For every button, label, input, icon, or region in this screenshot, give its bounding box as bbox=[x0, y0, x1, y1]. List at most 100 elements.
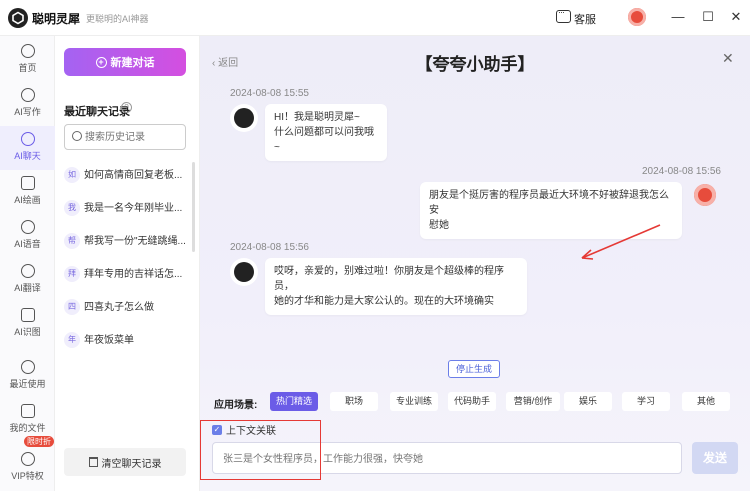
history-item-initial: 四 bbox=[64, 299, 80, 316]
bot-logo-icon bbox=[234, 108, 254, 128]
bot-avatar bbox=[230, 258, 258, 286]
scene-tab-workplace[interactable]: 职场 bbox=[330, 392, 378, 411]
message-timestamp: 2024-08-08 15:55 bbox=[230, 88, 309, 99]
close-chat-icon[interactable]: ✕ bbox=[722, 50, 734, 67]
history-item-text: 四喜丸子怎么做 bbox=[84, 302, 154, 313]
pen-icon bbox=[20, 88, 35, 102]
rail-item-label: VIP特权 bbox=[11, 471, 44, 481]
stop-generating-button[interactable]: 停止生成 bbox=[448, 360, 500, 378]
rail-item-home[interactable]: 首页 bbox=[0, 38, 55, 82]
support-button[interactable]: 客服 bbox=[574, 11, 596, 27]
maximize-icon[interactable]: ☐ bbox=[700, 9, 716, 25]
translate-icon bbox=[20, 264, 35, 278]
rail-item-ai-image-recognition[interactable]: AI识图 bbox=[0, 302, 55, 346]
rail-item-label: AI语音 bbox=[14, 239, 41, 249]
scene-label: 应用场景: bbox=[214, 400, 258, 411]
rail-item-label: AI写作 bbox=[14, 107, 41, 117]
annotation-highlight-box bbox=[200, 420, 321, 480]
scene-tab-code[interactable]: 代码助手 bbox=[448, 392, 496, 411]
chat-panel: ‹ 返回 【夸夸小助手】 ✕ 2024-08-08 15:55 HI！我是聪明灵… bbox=[200, 36, 750, 491]
message-line: 哎呀，亲爱的，别难过啦！你朋友是个超级棒的程序员， bbox=[274, 266, 504, 292]
bot-message-bubble: 哎呀，亲爱的，别难过啦！你朋友是个超级棒的程序员， 她的才华和能力是大家公认的。… bbox=[265, 258, 527, 315]
rail-item-ai-chat[interactable]: AI聊天 bbox=[0, 126, 55, 170]
scan-icon bbox=[20, 308, 35, 322]
message-timestamp: 2024-08-08 15:56 bbox=[230, 242, 309, 253]
app-slogan: 更聪明的AI神器 bbox=[86, 14, 149, 24]
history-item-text: 如何高情商回复老板... bbox=[84, 170, 183, 181]
history-item-text: 我是一名今年刚毕业... bbox=[84, 203, 183, 214]
rail-item-label: AI识图 bbox=[14, 327, 41, 337]
scene-tab-hot[interactable]: 热门精选 bbox=[270, 392, 318, 411]
history-item-initial: 我 bbox=[64, 200, 80, 217]
new-chat-label: 新建对话 bbox=[110, 57, 155, 69]
app-logo-icon bbox=[8, 8, 28, 28]
brush-icon bbox=[20, 176, 35, 190]
rail-item-label: 首页 bbox=[18, 63, 37, 73]
history-item[interactable]: 帮帮我写一份"无缝跳绳... bbox=[64, 232, 189, 252]
rail-item-label: AI聊天 bbox=[14, 151, 41, 161]
history-search[interactable] bbox=[64, 124, 186, 150]
scene-tab-entertainment[interactable]: 娱乐 bbox=[564, 392, 612, 411]
diamond-icon bbox=[20, 452, 35, 466]
rail-item-ai-translate[interactable]: AI翻译 bbox=[0, 258, 55, 302]
clock-icon bbox=[20, 360, 35, 374]
history-item[interactable]: 年年夜饭菜单 bbox=[64, 331, 189, 351]
rail-item-label: 最近使用 bbox=[9, 379, 46, 389]
rail-item-ai-voice[interactable]: AI语音 bbox=[0, 214, 55, 258]
scene-tab-other[interactable]: 其他 bbox=[682, 392, 730, 411]
history-item-text: 拜年专用的吉祥话怎... bbox=[84, 269, 183, 280]
bot-message-bubble: HI！我是聪明灵犀~ 什么问题都可以问我哦~ bbox=[265, 104, 387, 161]
scene-tab-marketing[interactable]: 营销/创作 bbox=[506, 392, 560, 411]
nav-rail: 首页 AI写作 AI聊天 AI绘画 AI语音 AI翻译 AI识图 最近使用 我的… bbox=[0, 36, 55, 491]
user-avatar[interactable] bbox=[628, 8, 646, 26]
history-scrollbar[interactable] bbox=[192, 162, 195, 252]
history-item[interactable]: 我我是一名今年刚毕业... bbox=[64, 199, 189, 219]
scene-tab-study[interactable]: 学习 bbox=[622, 392, 670, 411]
rail-item-ai-writing[interactable]: AI写作 bbox=[0, 82, 55, 126]
app-name: 聪明灵犀 bbox=[32, 12, 81, 26]
history-item-initial: 如 bbox=[64, 167, 80, 184]
rail-item-vip[interactable]: VIP特权 bbox=[0, 446, 55, 490]
message-line: 她的才华和能力是大家公认的。现在的大环境确实 bbox=[274, 296, 494, 307]
send-button[interactable]: 发送 bbox=[692, 442, 738, 474]
support-chat-icon[interactable] bbox=[556, 7, 571, 23]
rail-item-recent[interactable]: 最近使用 bbox=[0, 354, 55, 398]
history-item-text: 帮我写一份"无缝跳绳... bbox=[84, 236, 186, 247]
mic-icon bbox=[20, 220, 35, 234]
history-item-initial: 拜 bbox=[64, 266, 80, 283]
rail-item-label: 我的文件 bbox=[9, 423, 46, 433]
hexagon-icon bbox=[20, 44, 35, 58]
history-item-text: 年夜饭菜单 bbox=[84, 335, 134, 346]
minimize-icon[interactable]: — bbox=[670, 9, 686, 25]
trash-icon bbox=[88, 457, 98, 467]
vip-discount-badge: 限时折 bbox=[24, 436, 54, 447]
history-item[interactable]: 拜拜年专用的吉祥话怎... bbox=[64, 265, 189, 285]
annotation-arrow bbox=[581, 224, 661, 260]
history-item[interactable]: 如如何高情商回复老板... bbox=[64, 166, 189, 186]
scene-tab-professional[interactable]: 专业训练 bbox=[390, 392, 438, 411]
message-line: 什么问题都可以问我哦~ bbox=[274, 127, 374, 153]
file-icon bbox=[20, 404, 35, 418]
close-window-icon[interactable]: ✕ bbox=[728, 9, 744, 25]
clear-history-label: 清空聊天记录 bbox=[101, 458, 162, 470]
bot-logo-icon bbox=[234, 262, 254, 282]
plus-icon: + bbox=[95, 56, 107, 68]
message-timestamp: 2024-08-08 15:56 bbox=[642, 166, 721, 177]
rail-item-label: AI绘画 bbox=[14, 195, 41, 205]
help-icon[interactable]: ? bbox=[121, 102, 132, 113]
history-search-input[interactable] bbox=[85, 129, 183, 145]
clear-history-button[interactable]: 清空聊天记录 bbox=[64, 448, 186, 476]
chat-icon bbox=[20, 132, 35, 146]
bot-avatar bbox=[230, 104, 258, 132]
new-chat-button[interactable]: + 新建对话 bbox=[64, 48, 186, 76]
message-line: HI！我是聪明灵犀~ bbox=[274, 112, 360, 123]
history-item-initial: 帮 bbox=[64, 233, 80, 250]
rail-item-label: AI翻译 bbox=[14, 283, 41, 293]
history-item-initial: 年 bbox=[64, 332, 80, 349]
history-item[interactable]: 四四喜丸子怎么做 bbox=[64, 298, 189, 318]
history-panel: + 新建对话 最近聊天记录 ? 如如何高情商回复老板... 我我是一名今年刚毕业… bbox=[55, 36, 200, 491]
rail-item-ai-drawing[interactable]: AI绘画 bbox=[0, 170, 55, 214]
message-line: 朋友是个挺厉害的程序员最近大环境不好被辞退我怎么安 bbox=[429, 190, 669, 216]
chat-title: 【夸夸小助手】 bbox=[415, 55, 535, 74]
user-message-avatar bbox=[694, 184, 716, 206]
